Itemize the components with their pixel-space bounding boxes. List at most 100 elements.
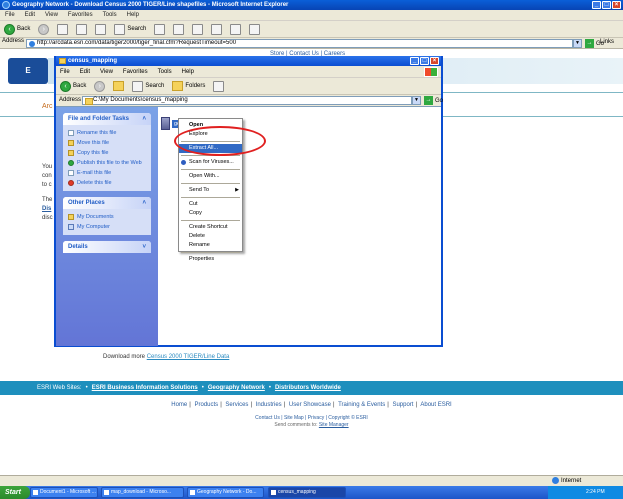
taskbar-item-document1[interactable]: Document1 - Microsoft ... <box>30 487 98 498</box>
link-business-solutions[interactable]: ESRI Business Information Solutions <box>92 385 198 391</box>
ex-menu-view[interactable]: View <box>100 69 113 75</box>
task-copy[interactable]: Copy this file <box>68 148 146 158</box>
site-manager-link[interactable]: Site Manager <box>319 422 349 428</box>
ie-search-button[interactable]: Search <box>112 22 148 36</box>
ctx-properties[interactable]: Properties <box>179 255 242 264</box>
download-more-link[interactable]: Census 2000 TIGER/Line Data <box>147 354 230 360</box>
ctx-cut[interactable]: Cut <box>179 200 242 209</box>
ex-menu-help[interactable]: Help <box>182 69 194 75</box>
body-link-fragment[interactable]: Dis <box>42 206 51 212</box>
clock[interactable]: 2:24 PM <box>586 489 605 495</box>
taskbar-item-map-download[interactable]: map_download - Microso... <box>101 487 184 498</box>
ie-stop-button[interactable] <box>55 22 70 36</box>
panel-title: File and Folder Tasks <box>68 116 129 122</box>
ie-refresh-button[interactable] <box>74 22 89 36</box>
footer-link-industries[interactable]: Industries <box>256 402 282 408</box>
footer-link-about[interactable]: About ESRI <box>420 402 451 408</box>
panel-header[interactable]: Details ˅ <box>63 241 151 253</box>
ctx-copy[interactable]: Copy <box>179 209 242 218</box>
task-publish[interactable]: Publish this file to the Web <box>68 158 146 168</box>
minimize-button[interactable]: _ <box>592 1 601 9</box>
ex-forward-button[interactable]: › <box>92 79 107 93</box>
footer-link-home[interactable]: Home <box>171 402 187 408</box>
place-my-computer[interactable]: My Computer <box>68 222 146 232</box>
link-geography-network[interactable]: Geography Network <box>208 385 265 391</box>
ie-links-button[interactable]: Links <box>600 39 614 45</box>
footer-copyright[interactable]: Copyright © ESRI <box>328 415 368 421</box>
ex-address-dropdown[interactable]: ▼ <box>412 96 421 105</box>
explorer-maximize-button[interactable]: □ <box>420 57 429 65</box>
task-email[interactable]: E-mail this file <box>68 168 146 178</box>
esri-logo[interactable]: E <box>8 58 48 84</box>
ie-menu-help[interactable]: Help <box>127 12 139 18</box>
ctx-send-to[interactable]: Send To ▶ <box>179 186 242 195</box>
close-button[interactable]: × <box>612 1 621 9</box>
ie-favorites-button[interactable] <box>152 22 167 36</box>
ie-address-bar: Address http://arcdata.esri.com/data/tig… <box>0 38 623 49</box>
task-delete[interactable]: Delete this file <box>68 178 146 188</box>
taskbar-item-geography-network[interactable]: Geography Network - Do... <box>187 487 264 498</box>
footer-link-services[interactable]: Services <box>225 402 248 408</box>
ex-menu-favorites[interactable]: Favorites <box>123 69 148 75</box>
ie-menu-edit[interactable]: Edit <box>25 12 35 18</box>
ie-address-label: Address <box>2 38 25 44</box>
ex-menu-edit[interactable]: Edit <box>80 69 90 75</box>
ctx-delete[interactable]: Delete <box>179 232 242 241</box>
taskbar-item-census-mapping[interactable]: census_mapping <box>268 487 346 498</box>
ex-menu-tools[interactable]: Tools <box>158 69 172 75</box>
ctx-scan-viruses[interactable]: Scan for Viruses... <box>179 158 242 167</box>
ctx-open-with[interactable]: Open With... <box>179 172 242 181</box>
footer-sitemap[interactable]: Site Map <box>284 415 304 421</box>
ie-home-button[interactable] <box>93 22 108 36</box>
submenu-arrow-icon: ▶ <box>235 187 239 193</box>
footer-contact[interactable]: Contact Us <box>255 415 280 421</box>
ie-print-button[interactable] <box>209 22 224 36</box>
ie-menu-view[interactable]: View <box>45 12 58 18</box>
ex-folders-button[interactable]: Folders <box>170 79 207 93</box>
ex-address-input[interactable]: C:\My Documents\census_mapping <box>82 96 412 105</box>
ie-address-input[interactable]: http://arcdata.esri.com/data/tiger2000/t… <box>26 39 573 48</box>
ie-cut-button[interactable] <box>228 22 243 36</box>
ex-back-label: Back <box>73 83 87 89</box>
link-distributors[interactable]: Distributors Worldwide <box>275 385 341 391</box>
scissors-icon <box>230 23 242 35</box>
ie-back-button[interactable]: ‹ Back <box>2 22 32 36</box>
footer-link-training[interactable]: Training & Events <box>338 402 385 408</box>
ie-copy-button[interactable] <box>247 22 262 36</box>
footer-link-support[interactable]: Support <box>392 402 413 408</box>
footer-privacy[interactable]: Privacy <box>308 415 324 421</box>
ie-icon <box>2 1 10 9</box>
ctx-create-shortcut[interactable]: Create Shortcut <box>179 223 242 232</box>
task-rename[interactable]: Rename this file <box>68 128 146 138</box>
ie-media-button[interactable] <box>171 22 186 36</box>
place-my-documents[interactable]: My Documents <box>68 212 146 222</box>
ie-address-dropdown[interactable]: ▼ <box>573 39 582 48</box>
ex-go-button[interactable]: → Go <box>424 96 443 105</box>
ie-menu-file[interactable]: File <box>5 12 15 18</box>
ie-forward-button[interactable]: › <box>36 22 51 36</box>
ex-menu-file[interactable]: File <box>60 69 70 75</box>
ie-mail-button[interactable] <box>190 22 205 36</box>
ie-menu-tools[interactable]: Tools <box>103 12 117 18</box>
panel-header[interactable]: Other Places ˄ <box>63 197 151 209</box>
start-button[interactable]: Start <box>0 486 30 499</box>
menu-separator <box>181 183 240 184</box>
ex-search-button[interactable]: Search <box>130 79 166 93</box>
go-arrow-icon: → <box>585 39 594 48</box>
explorer-close-button[interactable]: × <box>430 57 439 65</box>
task-label: Move this file <box>77 140 110 146</box>
footer-link-showcase[interactable]: User Showcase <box>289 402 331 408</box>
footer-link-products[interactable]: Products <box>195 402 219 408</box>
explorer-toolbar: ‹ Back › Search Folders <box>56 78 441 95</box>
ex-back-button[interactable]: ‹ Back <box>58 79 88 93</box>
explorer-minimize-button[interactable]: _ <box>410 57 419 65</box>
globe-icon <box>68 160 74 166</box>
panel-header[interactable]: File and Folder Tasks ˄ <box>63 113 151 125</box>
ex-views-button[interactable] <box>211 79 226 93</box>
ex-up-button[interactable] <box>111 79 126 93</box>
task-move[interactable]: Move this file <box>68 138 146 148</box>
delete-x-icon <box>68 180 74 186</box>
maximize-button[interactable]: □ <box>602 1 611 9</box>
ie-menu-favorites[interactable]: Favorites <box>68 12 93 18</box>
ctx-rename[interactable]: Rename <box>179 241 242 250</box>
